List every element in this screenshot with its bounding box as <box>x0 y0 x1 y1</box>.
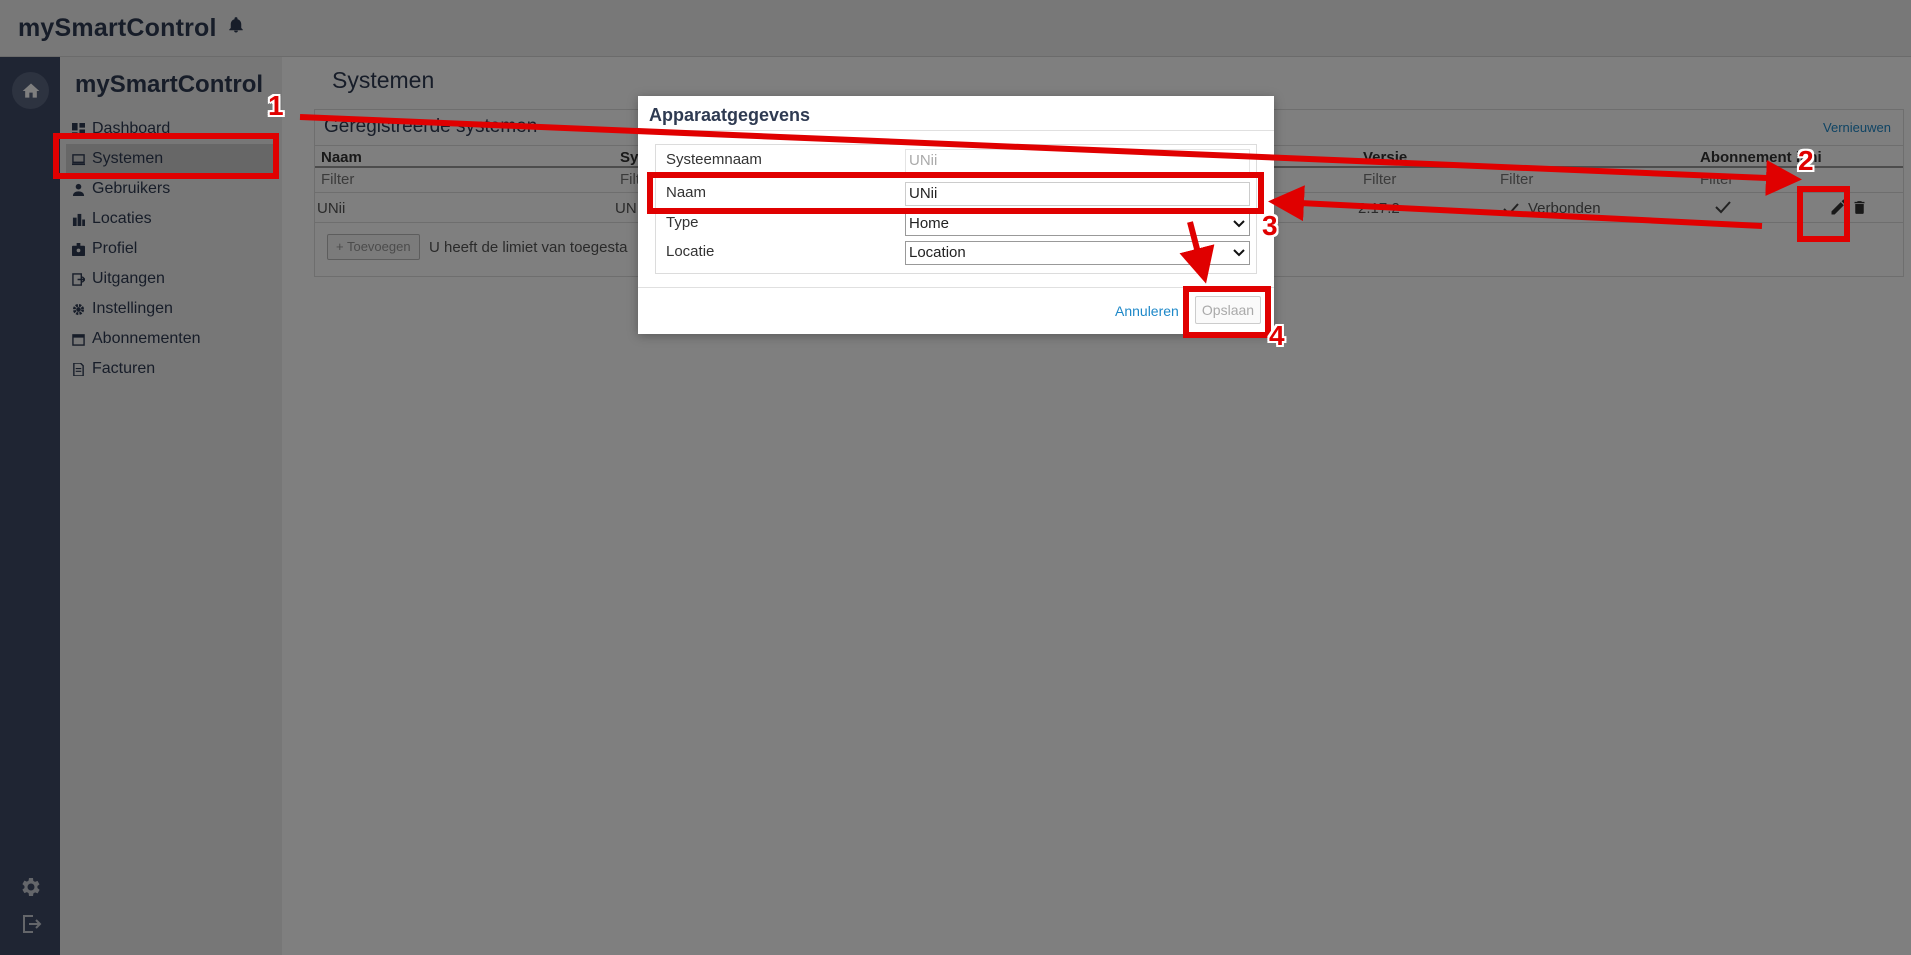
systeemnaam-field: UNii <box>905 149 1250 173</box>
dialog-title: Apparaatgegevens <box>649 105 811 125</box>
form-row-type: Type Home <box>656 210 1256 238</box>
annotation-number-3: 3 <box>1262 210 1278 241</box>
dialog-footer-divider <box>638 287 1274 288</box>
locatie-select[interactable]: Location <box>905 241 1250 265</box>
type-select[interactable]: Home <box>905 212 1250 236</box>
type-selected-value: Home <box>909 215 950 232</box>
systeemnaam-label: Systeemnaam <box>666 151 762 168</box>
device-form: Systeemnaam UNii Naam UNii Type Home Loc… <box>655 144 1257 274</box>
device-details-dialog: Apparaatgegevens Systeemnaam UNii Naam U… <box>638 96 1274 334</box>
naam-label: Naam <box>666 184 707 201</box>
chevron-down-icon <box>1233 220 1245 228</box>
save-button[interactable]: Opslaan <box>1195 296 1261 324</box>
locatie-label: Locatie <box>666 243 715 260</box>
form-row-locatie: Locatie Location <box>656 239 1256 267</box>
dialog-header-divider <box>638 130 1274 131</box>
form-row-naam: Naam UNii <box>656 180 1256 208</box>
type-label: Type <box>666 214 699 231</box>
annotation-number-1: 1 <box>268 90 284 121</box>
form-row-systeemnaam: Systeemnaam UNii <box>656 147 1256 175</box>
chevron-down-icon <box>1233 249 1245 257</box>
annotation-number-2: 2 <box>1798 145 1814 176</box>
annotation-number-4: 4 <box>1269 320 1285 351</box>
locatie-selected-value: Location <box>909 244 966 261</box>
naam-field[interactable]: UNii <box>905 182 1250 206</box>
cancel-button[interactable]: Annuleren <box>1115 303 1179 319</box>
